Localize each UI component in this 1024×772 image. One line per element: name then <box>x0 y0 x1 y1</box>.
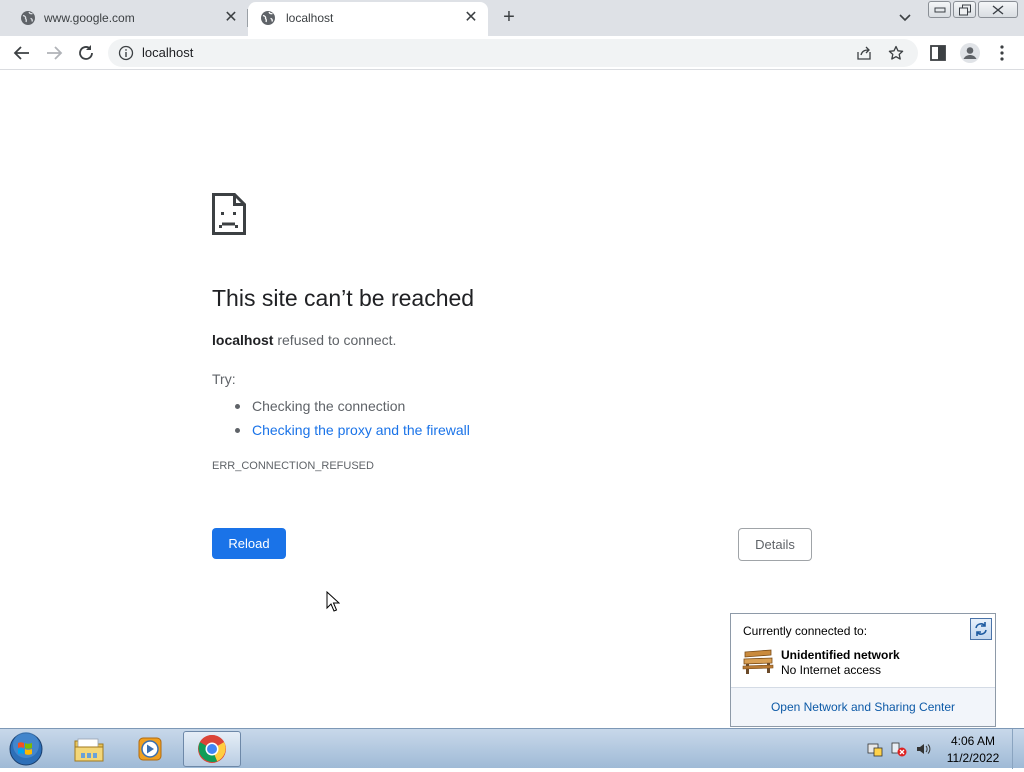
back-button[interactable] <box>10 41 34 65</box>
side-panel-icon <box>930 45 946 61</box>
suggestion-check-proxy-link[interactable]: Checking the proxy and the firewall <box>232 418 470 442</box>
try-label: Try: <box>212 371 236 387</box>
volume-icon[interactable] <box>915 741 931 757</box>
tab-search-chevron-icon[interactable] <box>896 8 914 26</box>
tab-localhost[interactable]: localhost ✕ <box>248 2 488 36</box>
suggestion-list: Checking the connection Checking the pro… <box>232 394 470 442</box>
tab-strip: www.google.com ✕ localhost ✕ + <box>0 0 1024 36</box>
share-icon[interactable] <box>856 45 872 61</box>
bookmark-star-icon[interactable] <box>888 45 904 61</box>
browser-toolbar: localhost <box>0 36 1024 70</box>
restore-button[interactable] <box>953 1 976 18</box>
network-heading: Currently connected to: <box>743 624 868 638</box>
tab-google[interactable]: www.google.com ✕ <box>0 0 248 36</box>
error-message: refused to connect. <box>273 332 397 348</box>
globe-icon <box>261 11 275 25</box>
reload-icon <box>79 45 93 60</box>
chrome-icon <box>198 735 226 763</box>
profile-avatar-icon <box>960 43 980 63</box>
windows-start-orb-icon <box>9 732 43 766</box>
mouse-cursor-icon <box>326 591 340 612</box>
network-name: Unidentified network <box>781 648 900 662</box>
open-network-sharing-center-link[interactable]: Open Network and Sharing Center <box>731 700 995 715</box>
tab-title: localhost <box>286 11 334 25</box>
forward-button[interactable] <box>42 41 66 65</box>
action-center-flag-icon[interactable] <box>867 741 883 757</box>
new-tab-button[interactable]: + <box>498 6 520 28</box>
network-no-access-icon[interactable] <box>891 741 907 757</box>
more-vertical-icon <box>1000 45 1004 61</box>
show-desktop-button[interactable] <box>1012 729 1024 769</box>
details-button[interactable]: Details <box>738 528 812 561</box>
network-refresh-button[interactable] <box>970 618 992 640</box>
minimize-icon <box>934 7 945 12</box>
address-bar[interactable]: localhost <box>108 39 918 67</box>
taskbar-explorer-button[interactable] <box>60 731 118 767</box>
error-host: localhost <box>212 332 274 348</box>
reload-button[interactable]: Reload <box>212 528 286 559</box>
clock-date[interactable]: 11/2/2022 <box>940 751 1006 765</box>
network-flyout: Currently connected to: Unidentified net… <box>730 613 996 727</box>
close-tab-icon[interactable]: ✕ <box>222 9 240 27</box>
network-status: No Internet access <box>781 663 882 677</box>
close-tab-icon[interactable]: ✕ <box>462 9 480 27</box>
network-flyout-footer: Open Network and Sharing Center <box>731 687 995 726</box>
forward-arrow-icon <box>47 46 63 60</box>
error-description: localhost refused to connect. <box>212 331 396 349</box>
profile-button[interactable] <box>958 41 982 65</box>
close-window-button[interactable] <box>978 1 1018 18</box>
taskbar-media-player-button[interactable] <box>121 731 179 767</box>
globe-icon <box>21 11 35 25</box>
reload-toolbar-button[interactable] <box>74 41 98 65</box>
menu-button[interactable] <box>990 41 1014 65</box>
taskbar-chrome-button[interactable] <box>183 731 241 767</box>
error-code: ERR_CONNECTION_REFUSED <box>212 460 374 472</box>
park-bench-icon <box>742 649 774 674</box>
back-arrow-icon <box>13 46 29 60</box>
folder-icon <box>74 738 104 762</box>
sad-page-icon <box>212 193 246 235</box>
error-heading: This site can’t be reached <box>212 285 475 311</box>
side-panel-button[interactable] <box>926 41 950 65</box>
address-text[interactable]: localhost <box>142 45 193 61</box>
restore-icon <box>958 4 971 15</box>
start-button[interactable] <box>6 731 46 767</box>
info-icon[interactable] <box>118 45 134 61</box>
media-player-icon <box>138 737 162 761</box>
taskbar: 4:06 AM 11/2/2022 <box>0 728 1024 769</box>
clock-time[interactable]: 4:06 AM <box>940 734 1006 748</box>
minimize-button[interactable] <box>928 1 951 18</box>
close-icon <box>992 4 1004 15</box>
suggestion-check-connection: Checking the connection <box>232 394 470 418</box>
tab-title: www.google.com <box>44 11 135 25</box>
refresh-arrows-icon <box>975 622 987 636</box>
